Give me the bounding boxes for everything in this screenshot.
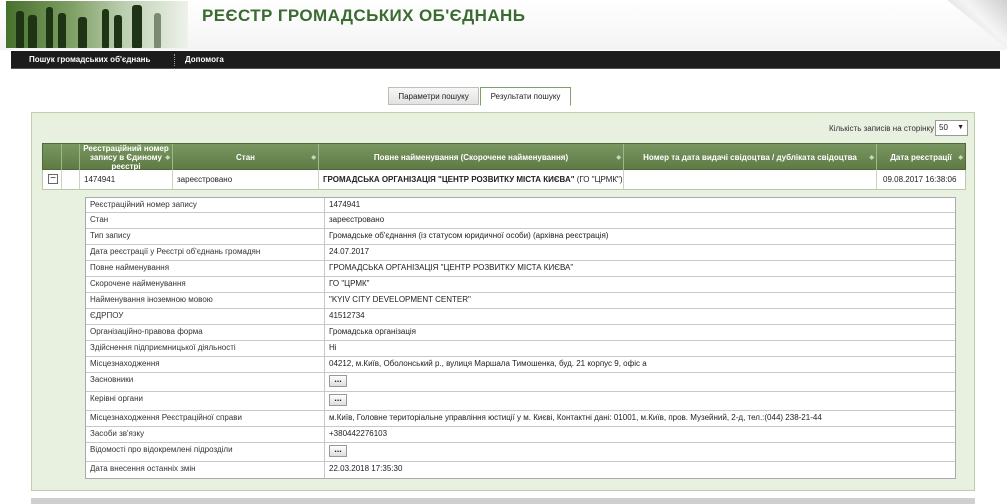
nav-help-link[interactable]: Допомога bbox=[185, 51, 224, 69]
cell-short-name: (ГО "ЦРМК") bbox=[574, 175, 623, 184]
detail-value: "KYIV CITY DEVELOPMENT CENTER" bbox=[329, 295, 471, 304]
detail-row: Здійснення підприємницької діяльності Ні bbox=[86, 341, 955, 357]
detail-label: Здійснення підприємницької діяльності bbox=[86, 341, 325, 356]
detail-label: Місцезнаходження bbox=[86, 357, 325, 372]
cell-reg-date: 09.08.2017 16:38:06 bbox=[883, 175, 957, 184]
header-reg-date[interactable]: Дата реєстрації ◆ bbox=[877, 144, 965, 171]
detail-row: Стан зареєстровано bbox=[86, 213, 955, 229]
banner-people-logo bbox=[6, 1, 188, 48]
detail-row: Організаційно-правова форма Громадська ор… bbox=[86, 325, 955, 341]
detail-label: Повне найменування bbox=[86, 261, 325, 276]
detail-value: Громадське об'єднання (із статусом юриди… bbox=[329, 231, 609, 240]
detail-row: Дата реєстрації у Реєстрі об'єднань гром… bbox=[86, 245, 955, 261]
header-status[interactable]: Стан ◆ bbox=[173, 144, 319, 171]
header-reg-no[interactable]: Реєстраційний номер запису в Єдиному реє… bbox=[80, 144, 173, 171]
detail-value: +380442276103 bbox=[329, 429, 388, 438]
detail-row: Реєстраційний номер запису 1474941 bbox=[86, 198, 955, 213]
detail-row: Тип запису Громадське об'єднання (із стат… bbox=[86, 229, 955, 245]
detail-label: Дата внесення останніх змін bbox=[86, 462, 325, 478]
cell-full-name: ГРОМАДСЬКА ОРГАНІЗАЦІЯ "ЦЕНТР РОЗВИТКУ М… bbox=[319, 170, 624, 189]
detail-label: Організаційно-правова форма bbox=[86, 325, 325, 340]
header-check-col bbox=[62, 144, 80, 171]
site-title: РЕЄСТР ГРОМАДСЬКИХ ОБ'ЄДНАНЬ bbox=[202, 6, 526, 25]
detail-label: Засновники bbox=[86, 373, 325, 391]
detail-label: Тип запису bbox=[86, 229, 325, 244]
detail-value: 24.07.2017 bbox=[329, 247, 370, 256]
bottom-scroll-edge bbox=[31, 498, 975, 504]
detail-value: Громадська організація bbox=[329, 327, 417, 336]
header-certificate[interactable]: Номер та дата видачі свідоцтва / дубліка… bbox=[624, 144, 877, 171]
detail-value: ГРОМАДСЬКА ОРГАНІЗАЦІЯ "ЦЕНТР РОЗВИТКУ М… bbox=[329, 263, 574, 272]
detail-label: Скорочене найменування bbox=[86, 277, 325, 292]
detail-label: Стан bbox=[86, 213, 325, 228]
tab-search-results[interactable]: Результати пошуку bbox=[480, 87, 571, 106]
site-banner: РЕЄСТР ГРОМАДСЬКИХ ОБ'ЄДНАНЬ bbox=[0, 0, 1007, 50]
records-per-page-label: Кількість записів на сторінку bbox=[829, 124, 935, 133]
cell-reg-no: 1474941 bbox=[80, 170, 173, 189]
sort-icon: ◆ bbox=[616, 155, 621, 161]
record-details-table: Реєстраційний номер запису 1474941 Стан зар… bbox=[85, 197, 956, 479]
detail-label: ЄДРПОУ bbox=[86, 309, 325, 324]
detail-value: ГО "ЦРМК" bbox=[329, 279, 370, 288]
detail-label: Найменування іноземною мовою bbox=[86, 293, 325, 308]
sort-icon: ◆ bbox=[311, 155, 316, 161]
detail-label: Реєстраційний номер запису bbox=[86, 198, 325, 212]
show-more-button[interactable]: ... bbox=[329, 445, 347, 457]
nav-separator bbox=[174, 54, 175, 66]
sort-icon: ◆ bbox=[869, 155, 874, 161]
detail-value: ... bbox=[325, 373, 955, 391]
detail-value: Ні bbox=[329, 343, 337, 352]
sort-icon: ◆ bbox=[165, 155, 170, 161]
results-grid: Реєстраційний номер запису в Єдиному реє… bbox=[42, 143, 966, 190]
grid-header: Реєстраційний номер запису в Єдиному реє… bbox=[42, 143, 966, 171]
detail-row: Місцезнаходження Реєстраційної справи м.К… bbox=[86, 411, 955, 427]
sort-icon: ◆ bbox=[958, 155, 963, 161]
detail-value: ... bbox=[325, 392, 955, 410]
detail-row: Дата внесення останніх змін 22.03.2018 17… bbox=[86, 462, 955, 478]
detail-value: ... bbox=[325, 443, 955, 461]
dropdown-arrow-icon: ▼ bbox=[957, 124, 964, 131]
show-more-button[interactable]: ... bbox=[329, 394, 347, 406]
detail-value: 41512734 bbox=[329, 311, 365, 320]
collapse-row-icon[interactable]: − bbox=[48, 174, 58, 184]
detail-label: Дата реєстрації у Реєстрі об'єднань гром… bbox=[86, 245, 325, 260]
nav-search-link[interactable]: Пошук громадських об'єднань bbox=[29, 51, 150, 69]
detail-row: Засоби зв'язку +380442276103 bbox=[86, 427, 955, 443]
detail-value: 04212, м.Київ, Оболонський р., вулиця Ма… bbox=[329, 359, 647, 368]
records-per-page-select[interactable]: 50 ▼ bbox=[935, 120, 968, 136]
header-full-name[interactable]: Повне найменування (Скорочене найменуван… bbox=[319, 144, 624, 171]
detail-label: Відомості про відокремлені підрозділи bbox=[86, 443, 325, 461]
detail-row: Засновники... bbox=[86, 373, 955, 392]
detail-value: 1474941 bbox=[329, 200, 361, 209]
detail-label: Засоби зв'язку bbox=[86, 427, 325, 442]
cell-full-name-bold: ГРОМАДСЬКА ОРГАНІЗАЦІЯ "ЦЕНТР РОЗВИТКУ М… bbox=[323, 175, 575, 184]
tab-search-params[interactable]: Параметри пошуку bbox=[388, 87, 479, 105]
detail-label: Керівні органи bbox=[86, 392, 325, 410]
app-root: РЕЄСТР ГРОМАДСЬКИХ ОБ'ЄДНАНЬ Пошук грома… bbox=[0, 0, 1007, 504]
cell-certificate bbox=[624, 170, 877, 189]
header-expand-col bbox=[43, 144, 62, 171]
main-nav: Пошук громадських об'єднань Допомога bbox=[11, 51, 1000, 69]
table-row[interactable]: − ✔ 1474941 зареєстровано ГРОМАДСЬКА ОРГ… bbox=[42, 170, 966, 190]
detail-row: Відомості про відокремлені підрозділи... bbox=[86, 443, 955, 462]
detail-value: м.Київ, Головне територіальне управління… bbox=[329, 413, 822, 422]
records-per-page-value: 50 bbox=[939, 123, 948, 132]
detail-label: Місцезнаходження Реєстраційної справи bbox=[86, 411, 325, 426]
detail-row: Скорочене найменування ГО "ЦРМК" bbox=[86, 277, 955, 293]
detail-row: Повне найменування ГРОМАДСЬКА ОРГАНІЗАЦІЯ… bbox=[86, 261, 955, 277]
detail-row: Керівні органи... bbox=[86, 392, 955, 411]
detail-value: 22.03.2018 17:35:30 bbox=[329, 464, 403, 473]
detail-value: зареєстровано bbox=[329, 215, 385, 224]
detail-row: Місцезнаходження 04212, м.Київ, Оболонськ… bbox=[86, 357, 955, 373]
show-more-button[interactable]: ... bbox=[329, 375, 347, 387]
detail-row: Найменування іноземною мовою "KYIV CITY D… bbox=[86, 293, 955, 309]
cell-status: зареєстровано bbox=[173, 170, 319, 189]
detail-row: ЄДРПОУ 41512734 bbox=[86, 309, 955, 325]
